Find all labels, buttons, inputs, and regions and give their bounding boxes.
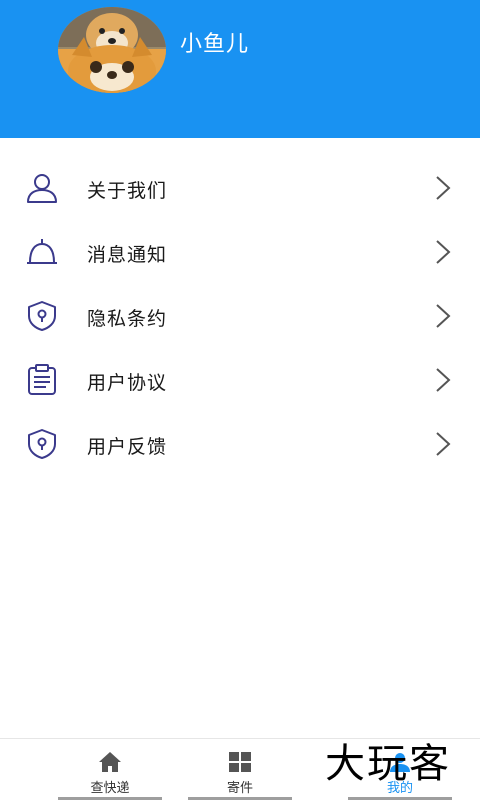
chevron-right-icon — [436, 432, 451, 456]
chevron-right-icon — [436, 240, 451, 264]
username: 小鱼儿 — [180, 32, 250, 57]
tab-label: 寄件 — [226, 781, 253, 796]
tab-send-parcel[interactable]: 寄件 — [185, 739, 295, 801]
profile-header: 小鱼儿 — [0, 0, 480, 138]
menu-item-privacy-policy[interactable]: 隐私条约 — [0, 284, 480, 348]
menu-item-label: 用户协议 — [87, 372, 168, 394]
menu-item-feedback[interactable]: 用户反馈 — [0, 412, 480, 476]
tab-label: 查快递 — [90, 781, 130, 796]
chevron-right-icon — [436, 304, 451, 328]
shield-icon — [28, 301, 56, 331]
watermark: 大玩客 — [325, 741, 451, 787]
menu-item-label: 消息通知 — [87, 244, 168, 266]
home-icon — [99, 752, 121, 772]
chevron-right-icon — [436, 176, 451, 200]
menu-item-label: 关于我们 — [87, 180, 168, 202]
menu-item-label: 隐私条约 — [87, 308, 168, 330]
clipboard-icon — [28, 364, 56, 395]
settings-menu: 关于我们 消息通知 隐私条约 用户协议 用户反馈 — [0, 156, 480, 476]
menu-item-about-us[interactable]: 关于我们 — [0, 156, 480, 220]
menu-item-notifications[interactable]: 消息通知 — [0, 220, 480, 284]
user-icon — [27, 174, 57, 203]
grid-icon — [229, 752, 251, 772]
menu-item-label: 用户反馈 — [87, 436, 168, 458]
shield-icon — [28, 429, 56, 459]
avatar[interactable] — [58, 7, 166, 93]
chevron-right-icon — [436, 368, 451, 392]
menu-item-user-agreement[interactable]: 用户协议 — [0, 348, 480, 412]
shiba-dog-image — [58, 7, 166, 93]
tab-express-query[interactable]: 查快递 — [55, 739, 165, 801]
bell-icon — [27, 239, 57, 264]
